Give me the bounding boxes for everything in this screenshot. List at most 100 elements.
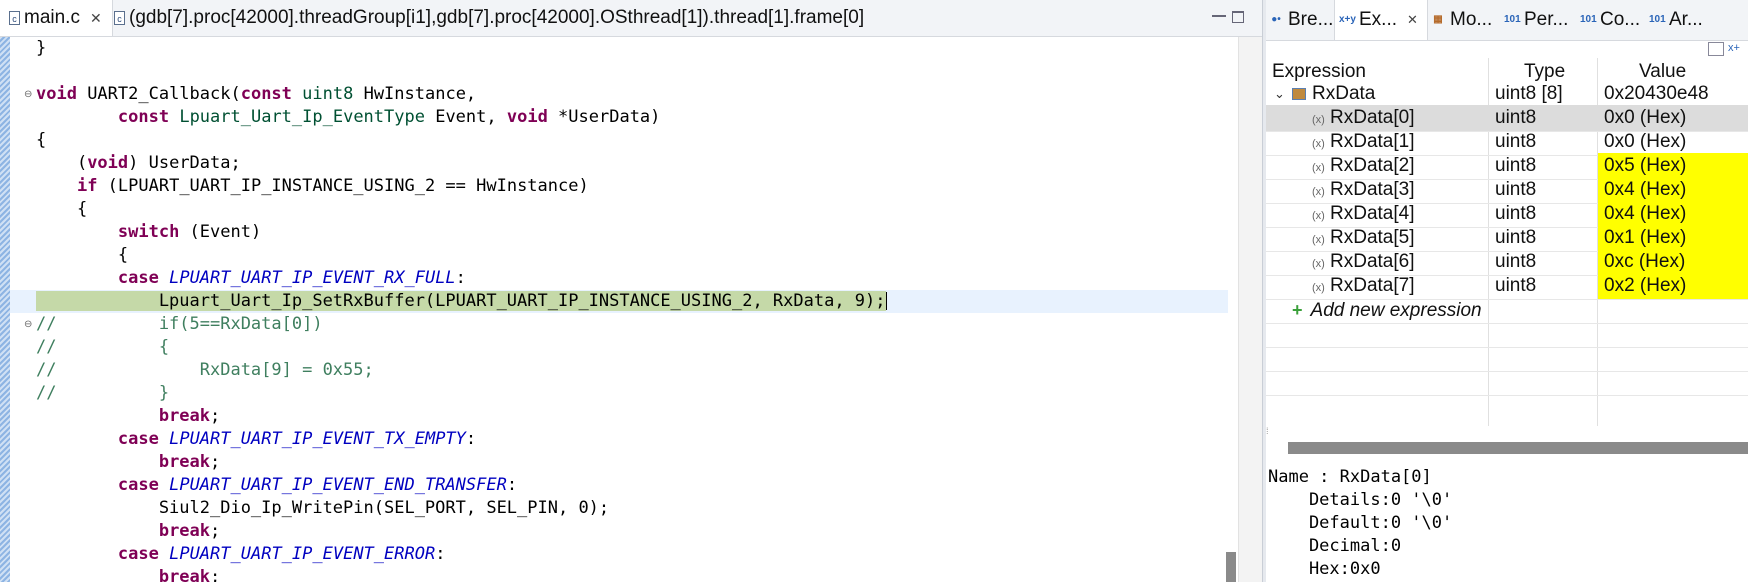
close-icon[interactable]: ✕	[90, 10, 102, 27]
expression-name: RxData[4]	[1330, 203, 1415, 224]
code-line: // }	[36, 383, 170, 403]
expression-name: RxData[1]	[1330, 131, 1415, 152]
peripherals-icon: 101	[1504, 14, 1521, 25]
expression-row-parent[interactable]: ⌄ RxData uint8 [8] 0x20430e48	[1266, 81, 1748, 108]
expand-chevron-icon[interactable]: ⌄	[1274, 81, 1285, 107]
c-file-icon: c	[9, 11, 20, 25]
scroll-marker: ⁞	[1266, 426, 1269, 436]
code-line: switch (Event)	[10, 221, 1228, 244]
expression-name: RxData	[1312, 83, 1376, 104]
console-icon: 101	[1580, 14, 1597, 25]
type-cell: uint8	[1495, 179, 1537, 200]
minimize-button[interactable]	[1212, 9, 1226, 17]
code-line: {	[36, 199, 88, 219]
modules-icon: ▦	[1433, 14, 1443, 25]
tab-modules[interactable]: ▦ Mo...	[1430, 0, 1492, 40]
value-cell[interactable]: 0x0 (Hex)	[1598, 129, 1748, 155]
view-tab-bar: ●• Bre... x+y Ex... ✕ ▦ Mo... 101 Per...…	[1266, 0, 1748, 41]
scrollbar-thumb[interactable]	[1226, 552, 1236, 582]
detail-line: Hex:0x0	[1268, 559, 1381, 579]
changed-value-cell[interactable]: 0x4 (Hex)	[1598, 201, 1748, 227]
expression-row[interactable]: (x) RxData[7] uint8 0x2 (Hex)	[1266, 273, 1748, 300]
code-line: case LPUART_UART_IP_EVENT_ERROR:	[10, 543, 1228, 566]
array-variable-icon	[1292, 87, 1306, 100]
editor-vertical-scrollbar[interactable]	[1238, 37, 1263, 582]
expression-cell: ⌄ RxData	[1266, 81, 1512, 107]
close-icon[interactable]: ✕	[1407, 12, 1418, 28]
fold-icon[interactable]: ⊖	[24, 83, 32, 106]
code-line: case LPUART_UART_IP_EVENT_RX_FULL:	[10, 267, 1228, 290]
tab-peripherals[interactable]: 101 Per...	[1504, 0, 1568, 40]
tab-console[interactable]: 101 Co...	[1580, 0, 1640, 40]
detail-line: Decimal:0	[1268, 536, 1402, 556]
expression-row[interactable]: (x) RxData[0] uint8 0x0 (Hex)	[1266, 105, 1748, 132]
code-text: case LPUART_UART_IP_EVENT_TX_EMPTY:	[117, 429, 477, 449]
code-line: (void) UserData;	[10, 152, 1228, 175]
expression-cell: (x) RxData[4]	[1266, 201, 1512, 227]
empty-row	[1266, 321, 1748, 348]
code-line: ⊖// if(5==RxData[0])	[24, 313, 323, 336]
empty-row	[1266, 345, 1748, 372]
code-text: case LPUART_UART_IP_EVENT_RX_FULL:	[117, 268, 466, 288]
code-text: (void) UserData;	[36, 153, 241, 173]
code-area[interactable]: } ⊖ void UART2_Callback(const uint8 HwIns…	[10, 37, 1238, 582]
c-file-icon: c	[114, 11, 125, 25]
changed-value-cell[interactable]: 0xc (Hex)	[1598, 249, 1748, 275]
expression-row[interactable]: (x) RxData[1] uint8 0x0 (Hex)	[1266, 129, 1748, 156]
code-line: // {	[36, 337, 170, 357]
expressions-table[interactable]: Expression Type Value ⌄ RxData uint8 [8] 0x…	[1266, 58, 1748, 438]
expression-name: RxData[0]	[1330, 107, 1415, 128]
expression-cell: (x) RxData[0]	[1266, 105, 1512, 131]
tab-label: Co...	[1600, 9, 1641, 30]
changed-value-cell[interactable]: 0x5 (Hex)	[1598, 153, 1748, 179]
code-text: if (LPUART_UART_IP_INSTANCE_USING_2 == H…	[76, 176, 589, 196]
tab-label: Mo...	[1450, 9, 1493, 30]
add-icon: +	[1292, 300, 1303, 320]
toolbar-expression-icon[interactable]: x+	[1728, 42, 1744, 56]
tab-label: Per...	[1524, 9, 1569, 30]
expression-cell: (x) RxData[5]	[1266, 225, 1512, 251]
tab-label: Bre...	[1288, 9, 1334, 30]
code-text: case LPUART_UART_IP_EVENT_ERROR:	[117, 544, 446, 564]
code-text: void UART2_Callback(const uint8 HwInstan…	[36, 84, 477, 104]
changed-value-cell[interactable]: 0x1 (Hex)	[1598, 225, 1748, 251]
expression-row[interactable]: (x) RxData[4] uint8 0x4 (Hex)	[1266, 201, 1748, 228]
expression-cell: (x) RxData[3]	[1266, 177, 1512, 203]
tab-breakpoints[interactable]: ●• Bre...	[1268, 0, 1333, 40]
expression-name: RxData[5]	[1330, 227, 1415, 248]
tab-array[interactable]: 101 Ar...	[1649, 0, 1703, 40]
code-line: break;	[10, 451, 1228, 474]
code-text: Lpuart_Uart_Ip_SetRxBuffer(LPUART_UART_I…	[36, 291, 887, 311]
expression-row[interactable]: (x) RxData[5] uint8 0x1 (Hex)	[1266, 225, 1748, 252]
expression-name: RxData[2]	[1330, 155, 1415, 176]
horizontal-scrollbar-thumb[interactable]	[1288, 442, 1748, 454]
tab-main-c[interactable]: c main.c ✕	[0, 0, 113, 36]
expression-row[interactable]: (x) RxData[6] uint8 0xc (Hex)	[1266, 249, 1748, 276]
add-new-expression-row[interactable]: + Add new expression	[1266, 297, 1748, 324]
value-cell[interactable]: 0x0 (Hex)	[1598, 105, 1748, 131]
code-line: // RxData[9] = 0x55;	[36, 360, 374, 380]
code-editor[interactable]: c main.c ✕ c (gdb[7].proc[42000].threadG…	[0, 0, 1263, 582]
breakpoints-icon: ●•	[1271, 14, 1281, 25]
tab-expressions[interactable]: x+y Ex... ✕	[1334, 0, 1428, 40]
collapse-all-icon[interactable]	[1708, 42, 1724, 56]
tab-frame[interactable]: c (gdb[7].proc[42000].threadGroup[i1],gd…	[114, 0, 864, 36]
expression-row[interactable]: (x) RxData[2] uint8 0x5 (Hex)	[1266, 153, 1748, 180]
details-pane: Name : RxData[0] Details:0 '\0' Default:…	[1266, 466, 1748, 582]
expression-name: RxData[6]	[1330, 251, 1415, 272]
code-text: break;	[158, 521, 221, 541]
code-line: {	[36, 130, 47, 150]
empty-row	[1266, 369, 1748, 396]
expression-row[interactable]: (x) RxData[3] uint8 0x4 (Hex)	[1266, 177, 1748, 204]
fold-icon[interactable]: ⊖	[24, 313, 32, 336]
detail-line: Default:0 '\0'	[1268, 513, 1453, 533]
value-cell[interactable]: 0x20430e48	[1598, 81, 1748, 107]
changed-value-cell[interactable]: 0x4 (Hex)	[1598, 177, 1748, 203]
maximize-button[interactable]	[1232, 11, 1244, 23]
tab-label: Ar...	[1669, 9, 1703, 30]
code-line: break;	[10, 520, 1228, 543]
changed-value-cell[interactable]: 0x2 (Hex)	[1598, 273, 1748, 299]
code-line: {	[36, 245, 129, 265]
code-line: if (LPUART_UART_IP_INSTANCE_USING_2 == H…	[10, 175, 1228, 198]
